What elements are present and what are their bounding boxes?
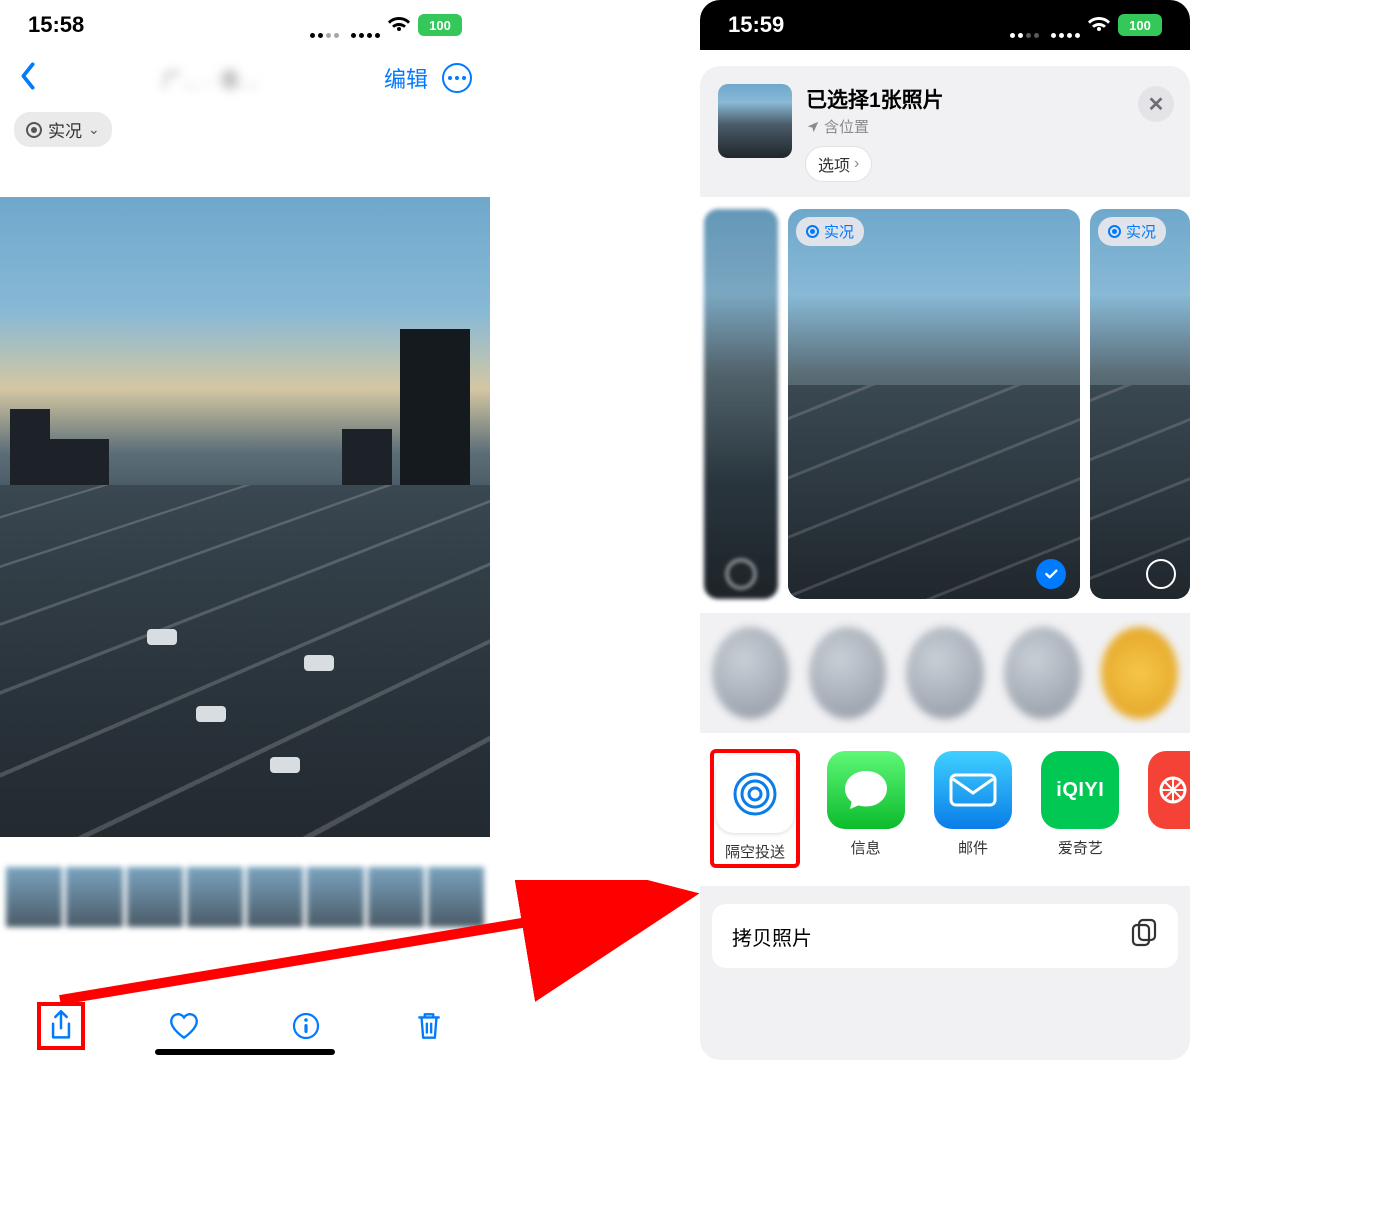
chevron-down-icon: ⌄ xyxy=(88,121,100,138)
app-extra[interactable] xyxy=(1148,751,1178,866)
photo-card-selected[interactable]: 实况 xyxy=(788,209,1080,599)
sheet-header: 已选择1张照片 含位置 选项 › ✕ xyxy=(700,78,1190,197)
status-indicators: 100 xyxy=(1010,12,1162,38)
apps-row: 隔空投送 信息 邮件 iQIYI 爱奇艺 xyxy=(700,733,1190,886)
close-button[interactable]: ✕ xyxy=(1138,86,1174,122)
copy-icon xyxy=(1130,918,1158,954)
status-time: 15:59 xyxy=(728,12,784,38)
photo-selection-row: 实况 实况 xyxy=(700,197,1190,613)
app-iqiyi[interactable]: iQIYI 爱奇艺 xyxy=(1041,751,1120,866)
sheet-thumbnail xyxy=(718,84,792,158)
sheet-subtitle: 含位置 xyxy=(806,116,944,137)
iqiyi-icon: iQIYI xyxy=(1041,751,1119,829)
airdrop-icon xyxy=(716,755,794,833)
copy-photo-row[interactable]: 拷贝照片 xyxy=(712,904,1178,968)
nav-title-blurred: 广… · 香… xyxy=(38,64,384,93)
cellular-icon xyxy=(1010,12,1080,38)
photo-card-prev[interactable] xyxy=(704,209,778,599)
delete-button[interactable] xyxy=(411,1008,447,1044)
live-photo-icon xyxy=(1108,225,1121,238)
live-photo-label: 实况 xyxy=(48,117,82,142)
contact-avatar[interactable] xyxy=(712,627,789,719)
live-photo-chip[interactable]: 实况 ⌄ xyxy=(14,112,112,147)
app-mail[interactable]: 邮件 xyxy=(933,751,1012,866)
live-photo-icon xyxy=(806,225,819,238)
status-bar: 15:58 100 xyxy=(0,0,490,50)
live-photo-icon xyxy=(26,122,42,138)
app-airdrop[interactable]: 隔空投送 xyxy=(712,751,798,866)
thumbnail-strip[interactable] xyxy=(0,867,490,927)
app-label: 隔空投送 xyxy=(716,841,794,862)
selection-ring[interactable] xyxy=(726,559,756,589)
live-badge: 实况 xyxy=(1098,217,1166,246)
app-label: 邮件 xyxy=(933,837,1012,858)
phone-right: 15:59 100 已选择1张照片 含位置 选项 xyxy=(700,0,1190,1060)
toolbar xyxy=(0,1008,490,1044)
copy-photo-label: 拷贝照片 xyxy=(732,922,812,951)
messages-icon xyxy=(827,751,905,829)
selection-checkmark[interactable] xyxy=(1036,559,1066,589)
options-button[interactable]: 选项 › xyxy=(806,147,871,181)
battery-icon: 100 xyxy=(1118,14,1162,36)
location-icon xyxy=(806,120,820,134)
contact-avatar[interactable] xyxy=(809,627,886,719)
app-messages[interactable]: 信息 xyxy=(826,751,905,866)
contact-avatar[interactable] xyxy=(1004,627,1081,719)
chevron-right-icon: › xyxy=(854,155,859,173)
share-button[interactable] xyxy=(43,1008,79,1044)
share-sheet: 已选择1张照片 含位置 选项 › ✕ 实况 xyxy=(700,66,1190,1060)
sheet-title: 已选择1张照片 xyxy=(806,84,944,114)
contacts-row xyxy=(700,613,1190,733)
selection-ring[interactable] xyxy=(1146,559,1176,589)
more-button[interactable] xyxy=(442,63,472,93)
battery-icon: 100 xyxy=(418,14,462,36)
nav-bar: 广… · 香… 编辑 xyxy=(0,50,490,106)
cellular-icon xyxy=(310,12,380,38)
phone-left: 15:58 100 广… · 香… 编辑 实况 ⌄ xyxy=(0,0,490,1060)
wifi-icon xyxy=(388,17,410,33)
home-indicator[interactable] xyxy=(155,1049,335,1055)
edit-button[interactable]: 编辑 xyxy=(384,62,428,94)
wifi-icon xyxy=(1088,17,1110,33)
contact-avatar[interactable] xyxy=(906,627,983,719)
mail-icon xyxy=(934,751,1012,829)
live-badge: 实况 xyxy=(796,217,864,246)
app-label: 信息 xyxy=(826,837,905,858)
photo-main[interactable] xyxy=(0,197,490,837)
app-icon xyxy=(1148,751,1190,829)
app-label: 爱奇艺 xyxy=(1041,837,1120,858)
status-bar: 15:59 100 xyxy=(700,0,1190,50)
back-button[interactable] xyxy=(18,62,38,95)
info-button[interactable] xyxy=(288,1008,324,1044)
status-indicators: 100 xyxy=(310,12,462,38)
favorite-button[interactable] xyxy=(166,1008,202,1044)
photo-card-next[interactable]: 实况 xyxy=(1090,209,1190,599)
contact-avatar[interactable] xyxy=(1101,627,1178,719)
status-time: 15:58 xyxy=(28,12,84,38)
